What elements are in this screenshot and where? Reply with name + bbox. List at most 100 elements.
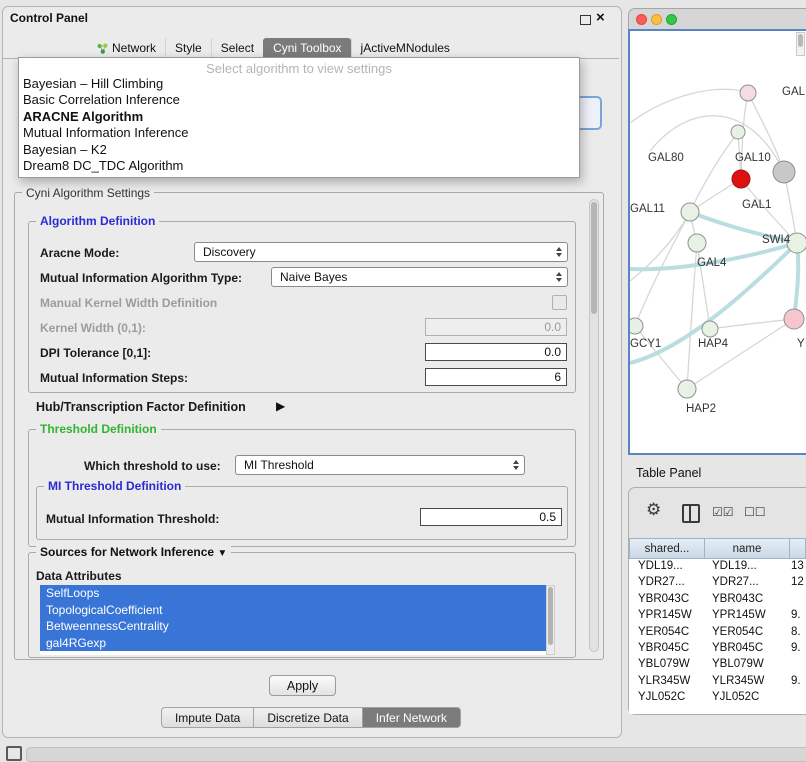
dpi-tolerance-field[interactable]: 0.0 <box>425 343 567 361</box>
network-node[interactable] <box>731 125 745 139</box>
tab-infer-network[interactable]: Infer Network <box>363 707 461 728</box>
cell-value: 9. <box>791 609 801 621</box>
cell-shared-name: YER054C <box>638 626 689 638</box>
cell-shared-name: YLR345W <box>638 675 690 687</box>
cell-value: 12 <box>791 576 804 588</box>
combo-arrows-icon <box>556 247 562 257</box>
column-header-partial[interactable] <box>790 538 806 559</box>
settings-scrollbar-thumb[interactable] <box>591 202 597 314</box>
deselect-all-columns-icon[interactable]: ☐☐ <box>744 505 766 519</box>
tab-discretize-data[interactable]: Discretize Data <box>254 707 362 728</box>
table-row[interactable]: YDL19... YDL19... 13 <box>629 559 806 575</box>
mi-algorithm-type-select[interactable]: Naive Bayes <box>271 267 568 287</box>
tab-network[interactable]: Network <box>88 38 165 58</box>
dropdown-item-dream8[interactable]: Dream8 DC_TDC Algorithm <box>19 158 579 174</box>
node-label: GAL1 <box>742 199 771 211</box>
node-label: GAL10 <box>735 152 771 164</box>
collapse-arrow-icon: ▼ <box>217 548 227 559</box>
tab-impute-data[interactable]: Impute Data <box>161 707 254 728</box>
network-node[interactable] <box>784 309 804 329</box>
algorithm-dropdown-list: Select algorithm to view settings Bayesi… <box>18 57 580 178</box>
mi-algorithm-type-label: Mutual Information Algorithm Type: <box>40 271 242 285</box>
node-label: GAL4 <box>697 257 727 269</box>
bottom-tab-bar: Impute Data Discretize Data Infer Networ… <box>2 707 620 728</box>
network-node-gal4[interactable] <box>688 234 706 252</box>
table-row[interactable]: YER054C YER054C 8. <box>629 625 806 641</box>
aracne-mode-select[interactable]: Discovery <box>194 242 568 262</box>
network-node[interactable] <box>773 161 795 183</box>
node-label: GCY1 <box>630 338 661 350</box>
attribute-item-topologicalcoefficient[interactable]: TopologicalCoefficient <box>40 602 546 619</box>
column-header-shared-name[interactable]: shared... <box>629 538 705 559</box>
table-row[interactable]: YDR27... YDR27... 12 <box>629 575 806 591</box>
tab-jactivemnodules[interactable]: jActiveMNodules <box>351 38 459 58</box>
mi-steps-field[interactable]: 6 <box>425 368 567 386</box>
dropdown-item-bayesian-k2[interactable]: Bayesian – K2 <box>19 142 579 158</box>
network-node[interactable] <box>740 85 756 101</box>
mi-threshold-field[interactable]: 0.5 <box>420 508 562 526</box>
cell-shared-name: YDR27... <box>638 576 685 588</box>
attribute-item-selfloops[interactable]: SelfLoops <box>40 585 546 602</box>
dropdown-item-mutual-information[interactable]: Mutual Information Inference <box>19 125 579 141</box>
kernel-width-field[interactable]: 0.0 <box>425 318 567 336</box>
cell-shared-name: YDL19... <box>638 560 683 572</box>
cell-value: 13 <box>791 560 804 572</box>
hub-section-label[interactable]: Hub/Transcription Factor Definition <box>36 400 246 414</box>
gear-icon[interactable]: ⚙ <box>646 500 661 520</box>
window-minimize-traffic-light[interactable] <box>651 14 662 25</box>
manual-kernel-label: Manual Kernel Width Definition <box>40 296 217 310</box>
dropdown-item-bayesian-hill-climbing[interactable]: Bayesian – Hill Climbing <box>19 76 579 92</box>
manual-kernel-checkbox[interactable] <box>552 295 567 310</box>
network-node-gal10[interactable] <box>732 170 750 188</box>
cyni-algorithm-settings-title: Cyni Algorithm Settings <box>22 186 154 200</box>
window-close-traffic-light[interactable] <box>636 14 647 25</box>
table-panel-title: Table Panel <box>636 466 701 480</box>
column-header-name[interactable]: name <box>705 538 790 559</box>
sources-title[interactable]: Sources for Network Inference ▼ <box>36 545 231 559</box>
dropdown-item-basic-correlation[interactable]: Basic Correlation Inference <box>19 92 579 108</box>
cell-value: 9. <box>791 675 801 687</box>
data-attributes-list[interactable]: SelfLoops TopologicalCoefficient Between… <box>40 585 546 655</box>
network-graph[interactable]: GAL GAL80 GAL10 GAL11 GAL1 SWI4 GAL4 GCY… <box>630 31 806 453</box>
attribute-item-gal4rgexp[interactable]: gal4RGexp <box>40 635 546 652</box>
tab-select[interactable]: Select <box>211 38 263 58</box>
attribute-item-betweennesscentrality[interactable]: BetweennessCentrality <box>40 618 546 635</box>
node-label: HAP2 <box>686 403 716 415</box>
tab-cyni-toolbox[interactable]: Cyni Toolbox <box>263 38 350 58</box>
network-node-gcy1[interactable] <box>630 318 643 334</box>
settings-scrollbar[interactable] <box>589 199 599 652</box>
table-row[interactable]: YBR043C YBR043C <box>629 592 806 608</box>
expand-arrow-icon[interactable]: ▶ <box>276 399 285 413</box>
select-all-columns-icon[interactable]: ☑☑ <box>712 505 734 519</box>
tab-style[interactable]: Style <box>165 38 211 58</box>
table-row[interactable]: YPR145W YPR145W 9. <box>629 608 806 624</box>
tab-label: Style <box>175 41 202 55</box>
table-row[interactable]: YJL052C YJL052C <box>629 690 806 706</box>
control-panel-tabs: Network Style Select Cyni Toolbox jActiv… <box>88 37 459 58</box>
columns-icon[interactable] <box>682 504 700 523</box>
table-row[interactable]: YLR345W YLR345W 9. <box>629 674 806 690</box>
dropdown-item-aracne[interactable]: ARACNE Algorithm <box>19 109 579 125</box>
window-zoom-traffic-light[interactable] <box>666 14 677 25</box>
network-node-hap4[interactable] <box>702 321 718 337</box>
apply-button[interactable]: Apply <box>269 675 336 696</box>
minimized-panel-icon[interactable] <box>6 746 22 761</box>
table-row[interactable]: YBL079W YBL079W <box>629 657 806 673</box>
attributes-scrollbar[interactable] <box>546 585 555 655</box>
network-node-hap2[interactable] <box>678 380 696 398</box>
network-node-gal11[interactable] <box>681 203 699 221</box>
cell-shared-name: YBR045C <box>638 642 689 654</box>
kernel-width-label: Kernel Width (0,1): <box>40 321 146 335</box>
cell-name: YBR043C <box>712 593 763 605</box>
cell-name: YLR345W <box>712 675 764 687</box>
cell-name: YER054C <box>712 626 763 638</box>
which-threshold-label: Which threshold to use: <box>84 459 221 473</box>
cell-name: YBR045C <box>712 642 763 654</box>
table-row[interactable]: YBR045C YBR045C 9. <box>629 641 806 657</box>
attributes-scrollbar-thumb[interactable] <box>548 587 553 645</box>
mi-threshold-label: Mutual Information Threshold: <box>46 512 219 526</box>
close-icon[interactable]: × <box>596 9 605 26</box>
float-window-icon[interactable] <box>580 15 591 25</box>
which-threshold-select[interactable]: MI Threshold <box>235 455 525 475</box>
mi-steps-label: Mutual Information Steps: <box>40 371 188 385</box>
